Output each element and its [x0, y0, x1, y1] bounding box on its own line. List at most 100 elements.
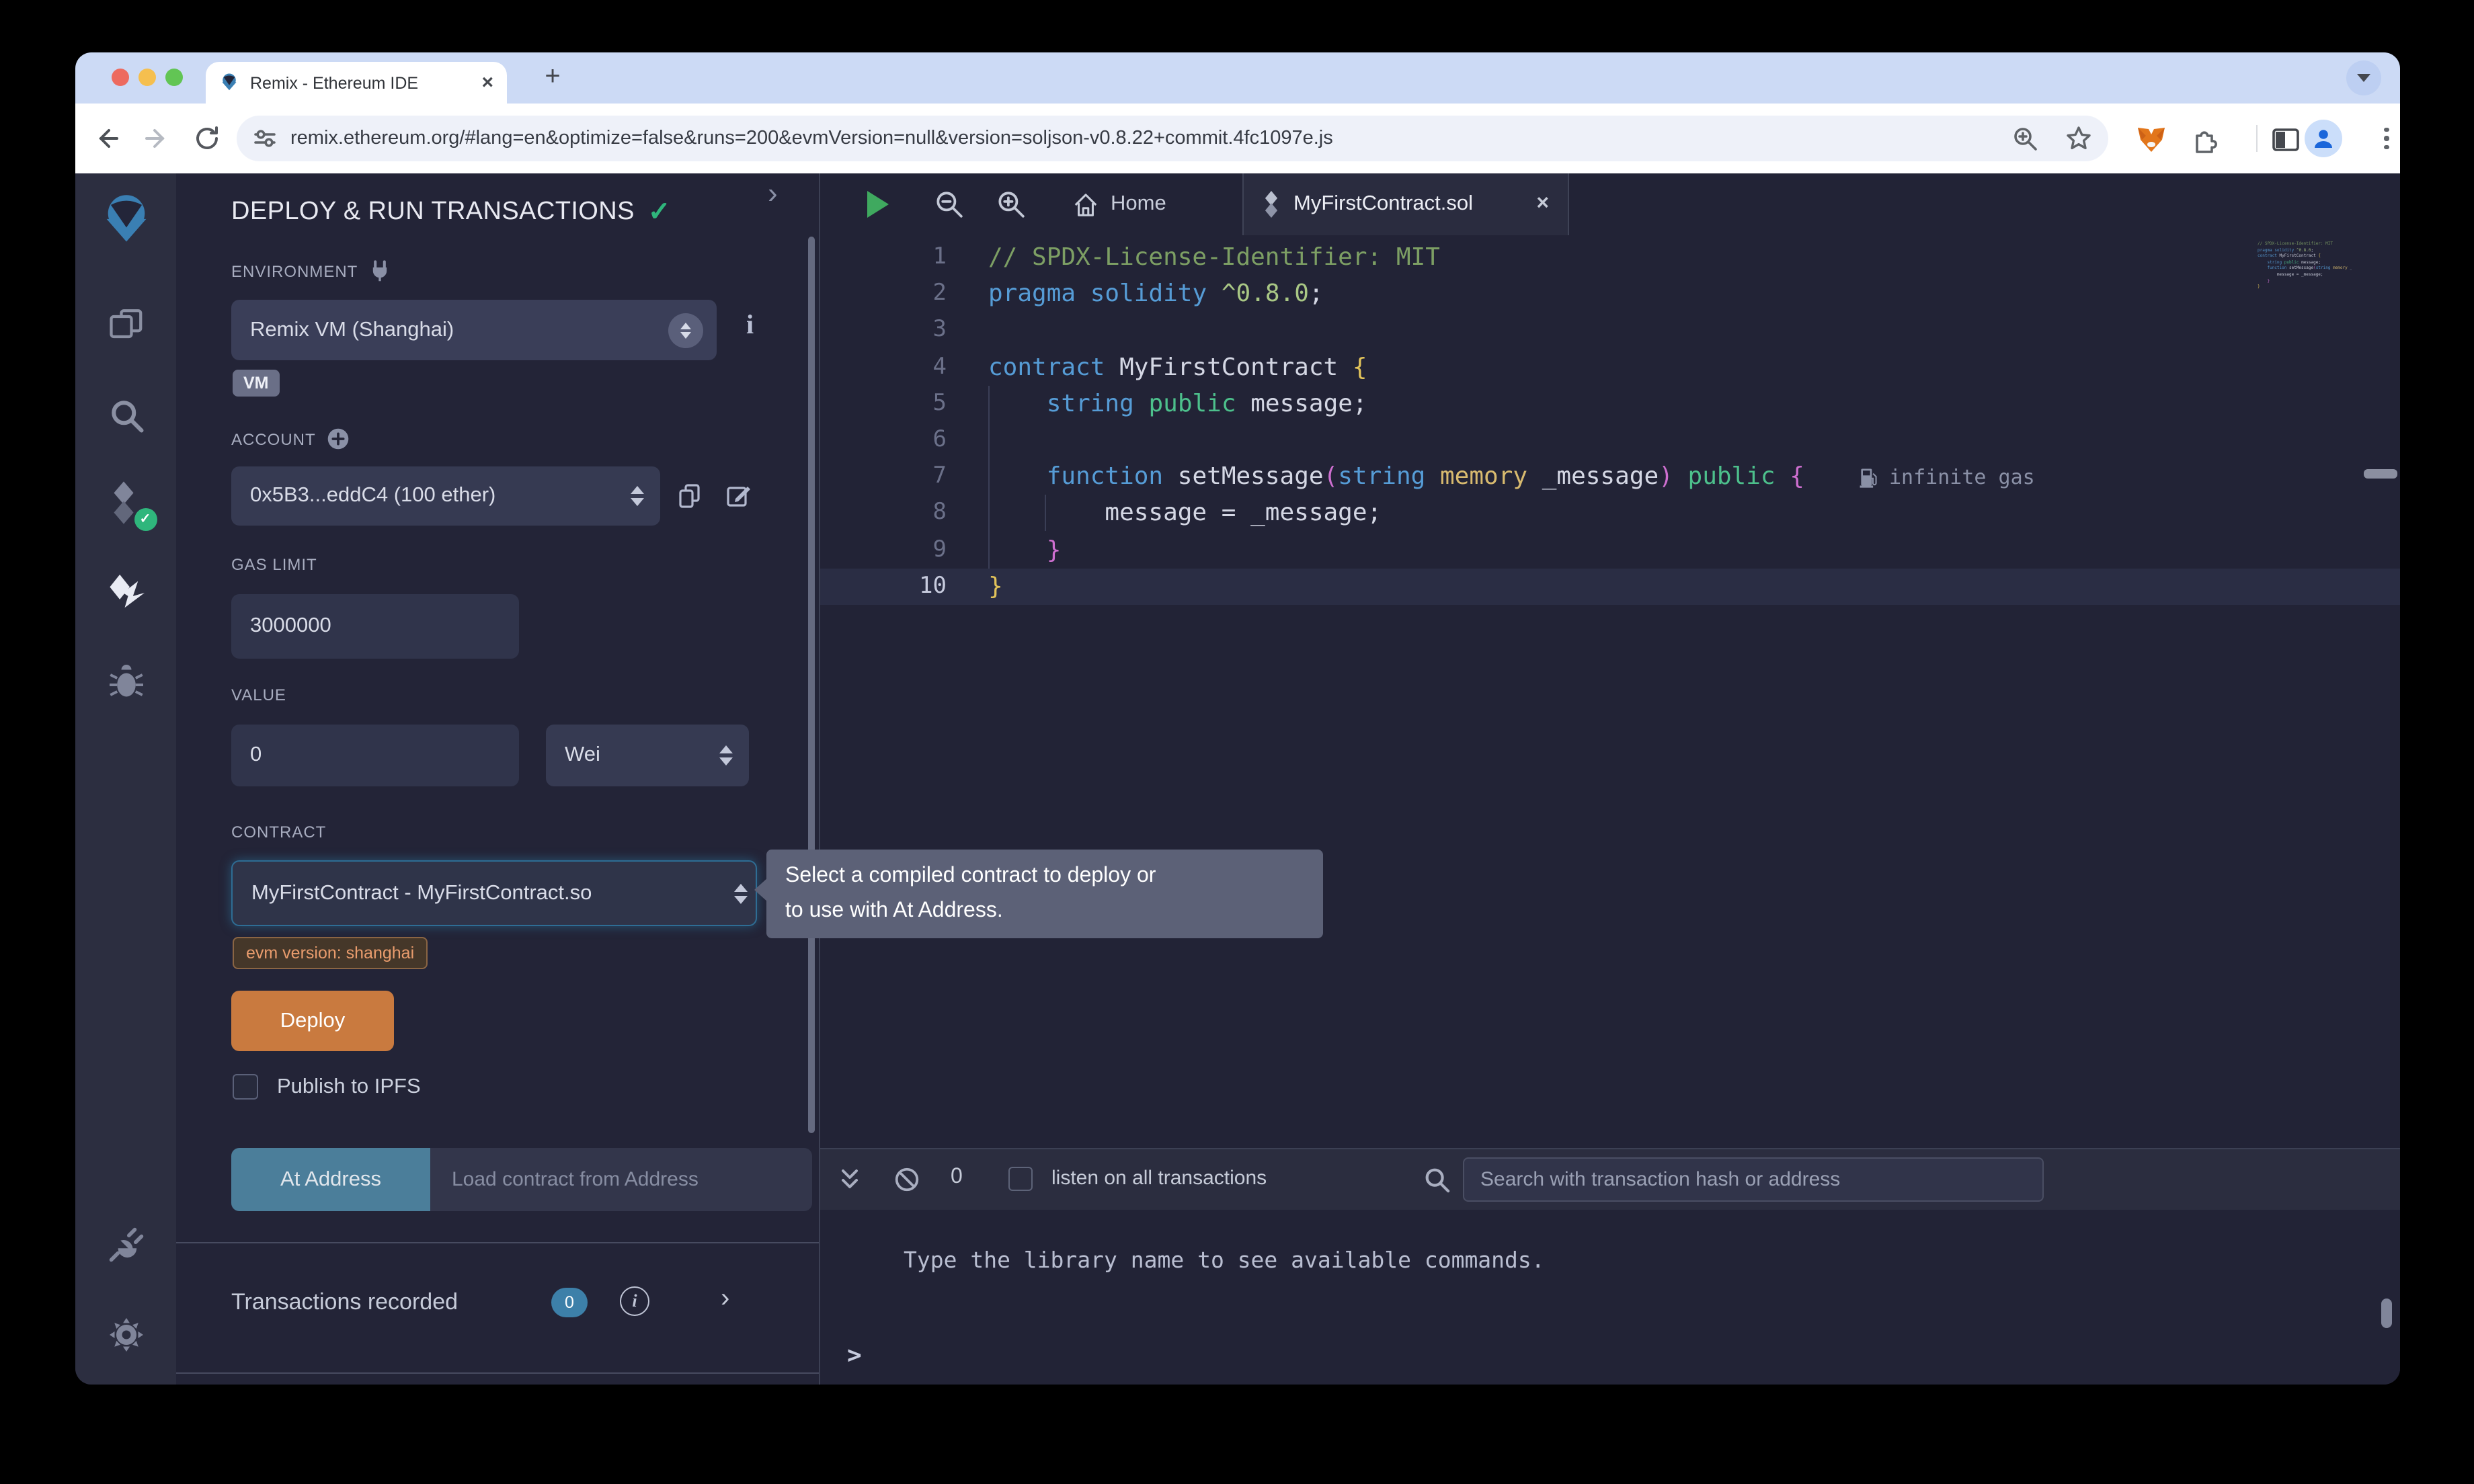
tab-home[interactable]: Home [1060, 173, 1180, 235]
close-tab-icon[interactable]: × [1536, 192, 1549, 216]
deploy-run-panel: DEPLOY & RUN TRANSACTIONS ✓ › ENVIRONMEN… [176, 173, 819, 1385]
deploy-run-icon[interactable] [75, 571, 176, 614]
tab-title: Remix - Ethereum IDE [250, 73, 471, 92]
terminal-message: Type the library name to see available c… [904, 1247, 1545, 1273]
publish-ipfs-checkbox[interactable] [233, 1074, 258, 1100]
transactions-expand-chevron[interactable]: › [721, 1284, 729, 1315]
at-address-button[interactable]: At Address [231, 1148, 430, 1211]
edit-account-icon[interactable] [725, 483, 752, 509]
browser-menu-icon[interactable] [2372, 124, 2400, 153]
profile-avatar[interactable] [2305, 120, 2342, 157]
site-settings-icon[interactable] [253, 126, 277, 151]
back-button[interactable] [91, 124, 121, 153]
indent-guide [1045, 495, 1046, 531]
url-bar[interactable]: remix.ethereum.org/#lang=en&optimize=fal… [237, 116, 2108, 161]
deploy-button[interactable]: Deploy [231, 991, 394, 1051]
environment-info-icon[interactable]: i [746, 311, 754, 341]
panel-title: DEPLOY & RUN TRANSACTIONS [231, 197, 635, 226]
code-editor[interactable]: 1// SPDX-License-Identifier: MIT2pragma … [820, 235, 2400, 1148]
value-unit-select[interactable]: Wei [546, 725, 749, 786]
metamask-extension-icon[interactable] [2135, 124, 2165, 153]
vm-badge: VM [233, 370, 280, 397]
section-divider [176, 1372, 819, 1374]
window-minimize-button[interactable] [138, 69, 156, 86]
select-arrows-icon [734, 883, 748, 903]
select-arrows-icon [631, 486, 644, 506]
editor-area: Home MyFirstContract.sol × 1// SPDX-Lice… [819, 173, 2400, 1385]
solidity-file-icon [1263, 191, 1280, 218]
contract-select[interactable]: MyFirstContract - MyFirstContract.so [231, 860, 757, 926]
bookmark-star-icon[interactable] [2065, 125, 2092, 152]
toolbar-divider [2256, 125, 2258, 152]
gas-limit-label: GAS LIMIT [231, 555, 317, 574]
terminal-search-input[interactable] [1463, 1157, 2044, 1202]
select-spinner-icon [668, 313, 703, 347]
value-input[interactable]: 0 [231, 725, 519, 786]
clear-console-icon[interactable] [893, 1165, 925, 1198]
minimap[interactable]: // SPDX-License-Identifier: MITpragma so… [2258, 241, 2352, 290]
add-account-icon[interactable] [327, 427, 350, 450]
environment-label: ENVIRONMENT [231, 259, 391, 282]
home-icon [1073, 192, 1099, 217]
panel-expand-chevron[interactable]: › [768, 176, 778, 211]
terminal-search-icon [1423, 1165, 1455, 1198]
tab-close-icon[interactable]: × [481, 73, 493, 93]
select-arrows-icon [719, 745, 733, 766]
section-divider [176, 1242, 819, 1243]
indent-guide [988, 386, 990, 569]
environment-select[interactable]: Remix VM (Shanghai) [231, 300, 717, 360]
extensions-puzzle-icon[interactable] [2189, 124, 2219, 153]
forward-button[interactable] [143, 124, 172, 153]
terminal-toolbar: 0 listen on all transactions [820, 1148, 2400, 1210]
new-tab-button[interactable]: + [535, 60, 570, 95]
transactions-info-icon[interactable]: i [620, 1286, 649, 1316]
icon-rail: ✓ [75, 173, 176, 1385]
terminal-scrollbar[interactable] [2381, 1298, 2392, 1328]
account-select[interactable]: 0x5B3...eddC4 (100 ether) [231, 466, 660, 526]
compiled-check-badge: ✓ [134, 508, 157, 531]
run-script-play-icon[interactable] [863, 188, 895, 220]
remix-favicon-icon [219, 73, 239, 93]
reload-button[interactable] [192, 124, 222, 153]
copy-account-icon[interactable] [676, 483, 703, 509]
panel-scrollbar[interactable] [808, 237, 815, 1133]
collapse-terminal-icon[interactable] [839, 1167, 871, 1199]
settings-gear-icon[interactable] [75, 1315, 176, 1355]
window-close-button[interactable] [112, 69, 129, 86]
tab-search-button[interactable] [2346, 60, 2381, 95]
remix-logo[interactable] [75, 192, 176, 249]
editor-scrollbar[interactable] [2364, 469, 2397, 479]
browser-window: Remix - Ethereum IDE × + remix.ethereum.… [75, 52, 2400, 1385]
plugin-manager-icon[interactable] [75, 1225, 176, 1265]
gas-limit-input[interactable]: 3000000 [231, 594, 519, 659]
file-explorer-icon[interactable] [75, 306, 176, 347]
publish-ipfs-label: Publish to IPFS [277, 1075, 421, 1100]
url-text[interactable]: remix.ethereum.org/#lang=en&optimize=fal… [290, 128, 2011, 149]
zoom-out-icon[interactable] [933, 188, 965, 220]
infinite-gas-annotation: infinite gas [1858, 458, 2035, 495]
editor-tab-bar: Home MyFirstContract.sol × [820, 173, 2400, 235]
page-zoom-icon[interactable] [2011, 125, 2038, 152]
zoom-in-icon[interactable] [995, 188, 1027, 220]
search-icon[interactable] [75, 395, 176, 436]
listen-transactions-checkbox[interactable] [1008, 1167, 1033, 1191]
window-zoom-button[interactable] [165, 69, 183, 86]
value-label: VALUE [231, 686, 286, 704]
screenshot-stage: Remix - Ethereum IDE × + remix.ethereum.… [0, 0, 2474, 1484]
transaction-count: 0 [951, 1165, 963, 1190]
evm-version-badge: evm version: shanghai [233, 937, 428, 969]
load-contract-input[interactable] [430, 1148, 812, 1211]
account-label: ACCOUNT [231, 427, 350, 450]
debugger-icon[interactable] [75, 661, 176, 702]
browser-tab[interactable]: Remix - Ethereum IDE × [206, 62, 507, 104]
tab-myfirstcontract[interactable]: MyFirstContract.sol × [1242, 173, 1569, 235]
listen-transactions-label: listen on all transactions [1051, 1167, 1267, 1190]
terminal-prompt: > [847, 1342, 862, 1370]
side-panel-icon[interactable] [2270, 124, 2299, 153]
contract-select-tooltip: Select a compiled contract to deploy or … [766, 850, 1323, 938]
plug-icon [368, 259, 391, 282]
browser-tabstrip: Remix - Ethereum IDE × + [75, 52, 2400, 104]
terminal[interactable]: Type the library name to see available c… [820, 1210, 2400, 1385]
gas-pump-icon [1858, 466, 1878, 487]
solidity-compiler-icon[interactable]: ✓ [75, 480, 176, 528]
